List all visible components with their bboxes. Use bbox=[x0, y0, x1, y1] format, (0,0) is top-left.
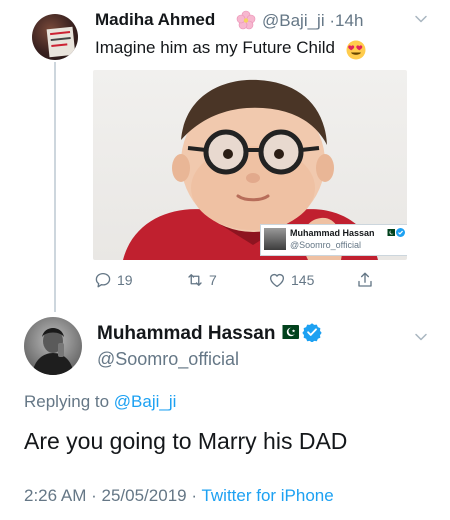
image-credit-card: Muhammad Hassan @Soomro_official bbox=[260, 224, 407, 256]
verified-badge-icon bbox=[396, 228, 405, 237]
replying-mention-link[interactable]: @Baji_ji bbox=[114, 392, 177, 411]
tweet2-text: Are you going to Marry his DAD bbox=[24, 428, 348, 454]
tweet1-handle[interactable]: @Baji_ji bbox=[262, 11, 325, 30]
tweet1-time[interactable]: 14h bbox=[335, 11, 363, 30]
reply-icon bbox=[95, 272, 111, 288]
tweet2-meta: 2:26 AM · 25/05/2019 · Twitter for iPhon… bbox=[24, 486, 334, 506]
like-count: 145 bbox=[291, 272, 315, 288]
pakistan-flag-icon bbox=[277, 325, 299, 339]
tweet1-text: Imagine him as my Future Child bbox=[95, 38, 335, 57]
reply-count: 19 bbox=[117, 272, 133, 288]
credit-handle: @Soomro_official bbox=[290, 240, 362, 250]
hassan-avatar[interactable] bbox=[24, 317, 82, 375]
credit-name: Muhammad Hassan bbox=[290, 228, 375, 238]
tweet2-date[interactable]: 25/05/2019 bbox=[102, 486, 187, 505]
verified-badge-icon bbox=[302, 323, 322, 342]
thread-connector-line bbox=[54, 62, 56, 312]
heart-icon bbox=[269, 273, 285, 288]
share-button[interactable] bbox=[356, 270, 374, 290]
tweet2-author-name[interactable]: Muhammad Hassan bbox=[97, 323, 275, 345]
replying-to-line: Replying to @Baji_ji bbox=[24, 392, 176, 412]
replying-prefix: Replying to bbox=[24, 392, 110, 411]
madiha-avatar[interactable] bbox=[32, 14, 78, 60]
tweet2-source-link[interactable]: Twitter for iPhone bbox=[201, 486, 333, 505]
retweet-count: 7 bbox=[209, 272, 217, 288]
cherry-blossom-icon bbox=[236, 10, 256, 30]
share-icon bbox=[358, 272, 372, 287]
tweet1-handle-time[interactable]: @Baji_ji ·14h bbox=[262, 11, 363, 31]
retweet-button[interactable]: 7 bbox=[186, 270, 217, 290]
meta-separator-1: · bbox=[91, 486, 97, 505]
retweet-icon bbox=[188, 274, 202, 286]
like-button[interactable]: 145 bbox=[268, 270, 314, 290]
credit-avatar bbox=[264, 228, 286, 250]
tweet1-author-name[interactable]: Madiha Ahmed bbox=[95, 10, 215, 30]
chevron-down-icon[interactable] bbox=[414, 330, 428, 344]
meta-separator-2: · bbox=[191, 486, 198, 505]
chevron-down-icon[interactable] bbox=[414, 12, 428, 26]
tweet2-handle[interactable]: @Soomro_official bbox=[97, 349, 239, 370]
reply-button[interactable]: 19 bbox=[94, 270, 133, 290]
tweet2-time[interactable]: 2:26 AM bbox=[24, 486, 86, 505]
avatar-poster-graphic bbox=[46, 26, 76, 58]
pakistan-flag-icon bbox=[385, 229, 395, 236]
tweet1-photo[interactable]: Muhammad Hassan @Soomro_official bbox=[93, 70, 407, 260]
heart-eyes-icon bbox=[346, 40, 366, 60]
avatar-portrait bbox=[32, 328, 74, 375]
